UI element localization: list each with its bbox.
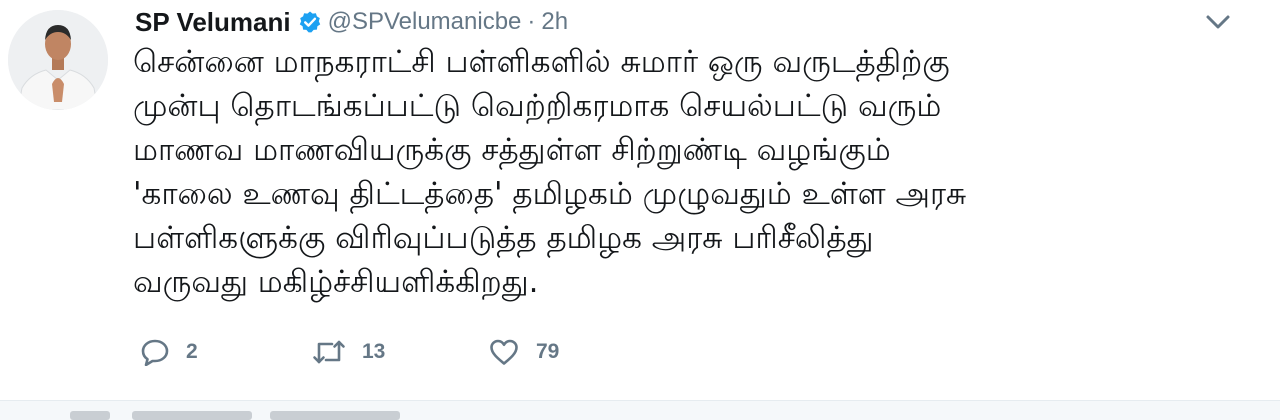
tweet-header: SP Velumani @SPVelumanicbe · 2h [135,4,568,40]
tweet-text-line: மாணவ மாணவியருக்கு சத்துள்ள சிற்றுண்டி வழ… [133,132,891,168]
reply-count: 2 [186,340,198,363]
chevron-down-icon[interactable] [1203,11,1233,33]
tweet-text-line: முன்பு தொடங்கப்பட்டு வெற்றிகரமாக செயல்பட… [133,88,942,124]
profile-photo [8,10,108,110]
verified-badge-icon [298,10,322,34]
reply-icon [140,338,170,366]
reply-button[interactable]: 2 [140,338,312,366]
heart-icon [488,338,520,366]
tweet-actions: 2 13 79 [140,334,608,370]
retweet-icon [312,338,346,366]
tweet-text: சென்னை மாநகராட்சி பள்ளிகளில் சுமார் ஒரு … [133,40,1253,304]
tweet-text-line: 'காலை உணவு திட்டத்தை' தமிழகம் முழுவதும் … [133,176,967,212]
tweet-text-line: சென்னை மாநகராட்சி பள்ளிகளில் சுமார் ஒரு … [133,44,950,80]
tweet-text-line: வருவது மகிழ்ச்சியளிக்கிறது. [133,264,539,300]
next-tweet-preview [0,400,1280,420]
author-handle[interactable]: @SPVelumanicbe [328,8,522,36]
tweet-card[interactable]: SP Velumani @SPVelumanicbe · 2h சென்னை ம… [0,0,1280,420]
like-count: 79 [536,340,560,363]
tweet-text-line: பள்ளிகளுக்கு விரிவுப்படுத்த தமிழக அரசு ப… [133,220,874,256]
tweet-timestamp[interactable]: 2h [541,8,568,36]
author-name[interactable]: SP Velumani [135,7,291,38]
avatar[interactable] [8,10,108,110]
retweet-button[interactable]: 13 [312,338,488,366]
retweet-count: 13 [362,340,386,363]
like-button[interactable]: 79 [488,338,608,366]
header-separator: · [527,8,536,35]
